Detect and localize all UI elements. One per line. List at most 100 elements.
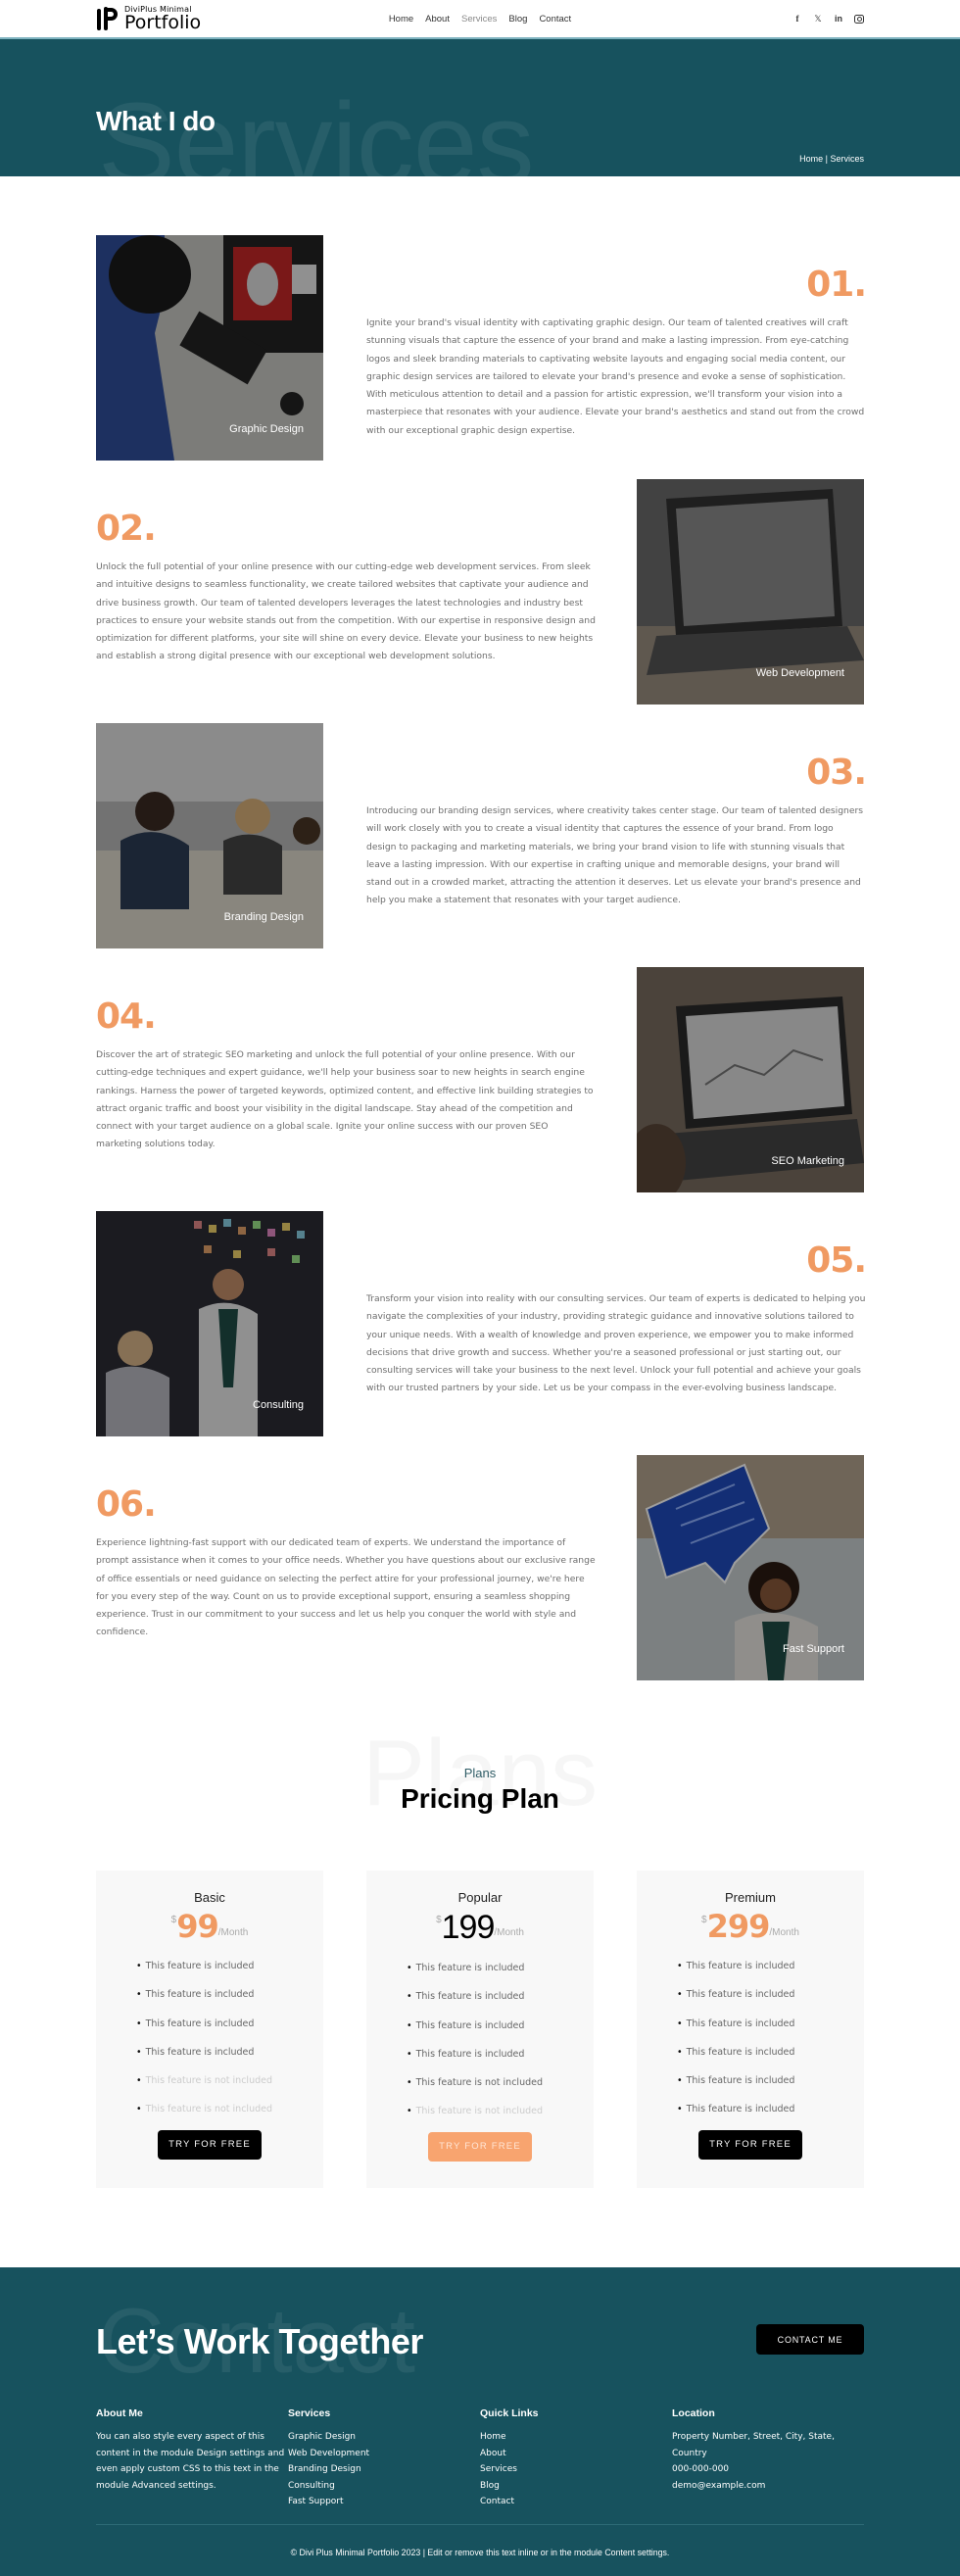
pricing-card-premium: Premium $ 299 /Month This feature is inc… xyxy=(637,1871,864,2188)
try-for-free-button[interactable]: TRY FOR FREE xyxy=(428,2131,532,2162)
feature-item: This feature is included xyxy=(407,1954,553,1982)
pricing-title: Pricing Plan xyxy=(401,1783,559,1814)
feature-item-excluded: This feature is not included xyxy=(407,2097,553,2125)
price-amount: 199 xyxy=(441,1909,496,1946)
feature-item: This feature is included xyxy=(136,2038,283,2066)
feature-item: This feature is included xyxy=(407,1982,553,2011)
price-period: /Month xyxy=(217,1927,249,1938)
service-number: 02. xyxy=(96,509,157,549)
service-caption: Graphic Design xyxy=(229,423,304,435)
feature-item: This feature is included xyxy=(136,2010,283,2038)
pricing-cards: Basic $ 99 /Month This feature is includ… xyxy=(96,1871,864,2188)
feature-item: This feature is included xyxy=(677,2066,824,2095)
service-number: 06. xyxy=(96,1484,157,1525)
service-description: Transform your vision into reality with … xyxy=(366,1293,866,1394)
service-item-fast-support: 06. Experience lightning-fast support wi… xyxy=(96,1455,864,1680)
feature-item: This feature is included xyxy=(677,2095,824,2123)
breadcrumb-current: Services xyxy=(830,154,864,164)
feature-list: This feature is included This feature is… xyxy=(136,1952,283,2124)
breadcrumb: Home | Services xyxy=(799,154,864,164)
plan-price: $ 199 /Month xyxy=(436,1911,524,1944)
pricing-subtitle: Plans xyxy=(463,1766,497,1780)
footer-link[interactable]: Consulting xyxy=(288,2478,480,2495)
service-item-graphic-design: Graphic Design 01. Ignite your brand's v… xyxy=(96,235,867,461)
footer-link[interactable]: Contact xyxy=(480,2494,672,2510)
pricing-section: Plans Plans Pricing Plan Basic $ 99 /Mon… xyxy=(0,1719,960,2267)
service-image: SEO Marketing xyxy=(637,967,864,1192)
feature-item-excluded: This feature is not included xyxy=(136,2066,283,2095)
x-twitter-icon[interactable]: 𝕏 xyxy=(813,14,823,24)
price-amount: 99 xyxy=(176,1908,219,1945)
main-nav: Home About Services Blog Contact xyxy=(389,14,571,24)
feature-item: This feature is not included xyxy=(407,2068,553,2097)
plan-name: Premium xyxy=(724,1890,776,1905)
feature-list: This feature is included This feature is… xyxy=(677,1952,824,2124)
footer-link[interactable]: Graphic Design xyxy=(288,2429,480,2446)
breadcrumb-home[interactable]: Home xyxy=(799,154,823,164)
price-amount: 299 xyxy=(706,1908,771,1945)
feature-item: This feature is included xyxy=(407,2040,553,2068)
feature-item: This feature is included xyxy=(677,2010,824,2038)
try-for-free-button[interactable]: TRY FOR FREE xyxy=(698,2129,802,2160)
service-description: Introducing our branding design services… xyxy=(366,805,864,906)
plan-name: Popular xyxy=(457,1890,503,1905)
service-number: 03. xyxy=(806,753,867,793)
pricing-card-basic: Basic $ 99 /Month This feature is includ… xyxy=(96,1871,323,2188)
nav-services[interactable]: Services xyxy=(461,14,497,24)
feature-list: This feature is included This feature is… xyxy=(407,1954,553,2126)
service-image: Branding Design xyxy=(96,723,323,948)
footer-heading: Services xyxy=(288,2407,331,2419)
service-caption: Branding Design xyxy=(223,911,304,923)
service-description: Unlock the full potential of your online… xyxy=(96,561,596,662)
service-image: Fast Support xyxy=(637,1455,864,1680)
contact-me-button[interactable]: CONTACT ME xyxy=(756,2324,864,2355)
service-item-consulting: Consulting 05. Transform your vision int… xyxy=(96,1211,867,1436)
footer-heading: Quick Links xyxy=(480,2407,539,2419)
service-description: Ignite your brand's visual identity with… xyxy=(366,317,865,436)
nav-contact[interactable]: Contact xyxy=(539,14,571,24)
facebook-icon[interactable]: f xyxy=(792,14,802,24)
footer-heading: Location xyxy=(672,2407,715,2419)
instagram-icon[interactable] xyxy=(854,14,864,24)
service-caption: Fast Support xyxy=(783,1643,844,1655)
logo-icon xyxy=(96,5,120,32)
footer-heading: About Me xyxy=(96,2407,143,2419)
footer-link[interactable]: Branding Design xyxy=(288,2461,480,2478)
logo-title: Portfolio xyxy=(124,11,202,33)
page-hero: Services What I do Home | Services xyxy=(0,39,960,176)
feature-item: This feature is included xyxy=(407,2012,553,2040)
site-footer: Contact Let’s Work Together CONTACT ME A… xyxy=(0,2267,960,2576)
service-caption: SEO Marketing xyxy=(771,1155,844,1167)
feature-item: This feature is included xyxy=(677,2038,824,2066)
footer-email[interactable]: demo@example.com xyxy=(672,2478,864,2495)
try-for-free-button[interactable]: TRY FOR FREE xyxy=(158,2129,262,2160)
footer-title: Let’s Work Together xyxy=(96,2321,423,2361)
footer-link[interactable]: About xyxy=(480,2446,672,2462)
feature-item: This feature is included xyxy=(677,1980,824,2009)
footer-services: Services Graphic Design Web Development … xyxy=(288,2407,480,2510)
plan-price: $ 299 /Month xyxy=(701,1911,799,1942)
footer-link[interactable]: Blog xyxy=(480,2478,672,2495)
feature-item: This feature is included xyxy=(136,1952,283,1980)
footer-link[interactable]: Home xyxy=(480,2429,672,2446)
nav-home[interactable]: Home xyxy=(389,14,413,24)
page-title: What I do xyxy=(96,106,216,136)
footer-link[interactable]: Fast Support xyxy=(288,2494,480,2510)
site-logo[interactable]: DiviPlus Minimal Portfolio xyxy=(96,5,201,32)
service-image: Web Development xyxy=(637,479,864,705)
footer-address: Property Number, Street, City, State, Co… xyxy=(672,2432,835,2458)
service-number: 04. xyxy=(96,996,157,1037)
service-image: Graphic Design xyxy=(96,235,323,461)
service-description: Discover the art of strategic SEO market… xyxy=(96,1049,594,1150)
linkedin-icon[interactable]: in xyxy=(834,14,843,24)
footer-link[interactable]: Web Development xyxy=(288,2446,480,2462)
service-caption: Web Development xyxy=(755,667,844,679)
service-item-seo-marketing: 04. Discover the art of strategic SEO ma… xyxy=(96,967,864,1192)
service-item-web-development: 02. Unlock the full potential of your on… xyxy=(96,479,864,705)
service-description: Experience lightning-fast support with o… xyxy=(96,1537,596,1638)
nav-about[interactable]: About xyxy=(425,14,450,24)
footer-about-text: You can also style every aspect of this … xyxy=(96,2432,285,2491)
service-item-branding-design: Branding Design 03. Introducing our bran… xyxy=(96,723,867,948)
footer-link[interactable]: Services xyxy=(480,2461,672,2478)
nav-blog[interactable]: Blog xyxy=(508,14,527,24)
